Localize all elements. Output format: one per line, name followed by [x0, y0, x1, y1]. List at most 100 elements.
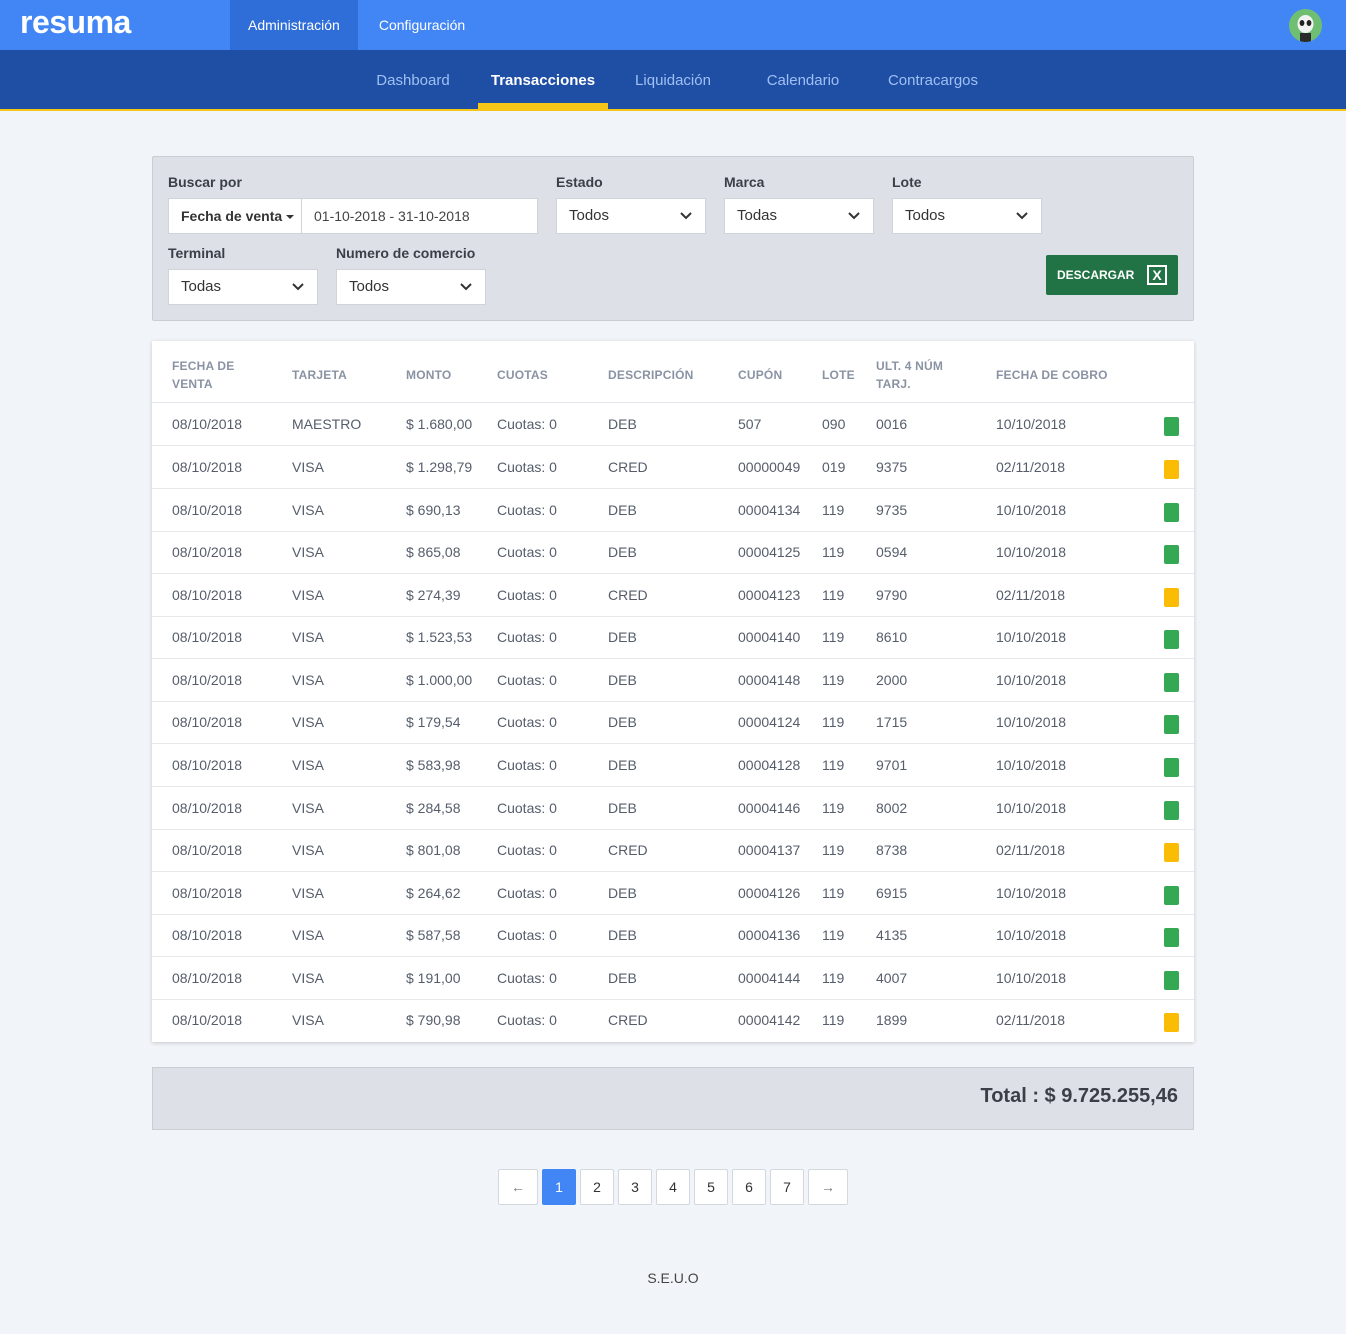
table-row[interactable]: 08/10/2018 VISA $ 264,62 Cuotas: 0 DEB 000041…: [152, 872, 1194, 915]
cell-fecha-venta: 08/10/2018: [172, 502, 243, 518]
next-page-button[interactable]: →: [808, 1169, 848, 1205]
page-button-4[interactable]: 4: [656, 1169, 690, 1205]
topnav-administracion[interactable]: Administración: [230, 0, 358, 50]
cell-monto: $ 1.298,79: [406, 459, 473, 475]
page-button-2[interactable]: 2: [580, 1169, 614, 1205]
cell-monto: $ 801,08: [406, 842, 461, 858]
cell-cuotas: Cuotas: 0: [497, 587, 557, 603]
table-row[interactable]: 08/10/2018 VISA $ 179,54 Cuotas: 0 DEB 000041…: [152, 701, 1194, 744]
cell-descripcion: CRED: [608, 459, 648, 475]
page-button-6[interactable]: 6: [732, 1169, 766, 1205]
comercio-select[interactable]: Todos: [336, 269, 486, 305]
active-tab-indicator: [478, 103, 608, 109]
status-indicator-green: [1164, 503, 1179, 522]
estado-select[interactable]: Todos: [556, 198, 706, 234]
col-monto: MONTO: [406, 368, 452, 382]
cell-tarjeta: VISA: [292, 459, 324, 475]
table-row[interactable]: 08/10/2018 VISA $ 587,58 Cuotas: 0 DEB 000041…: [152, 914, 1194, 957]
cell-cupon: 00004136: [738, 927, 801, 943]
search-by-value: Fecha de venta: [181, 208, 283, 224]
prev-page-button[interactable]: ←: [498, 1169, 538, 1205]
marca-select[interactable]: Todas: [724, 198, 874, 234]
table-row[interactable]: 08/10/2018 VISA $ 583,98 Cuotas: 0 DEB 000041…: [152, 744, 1194, 787]
cell-fecha-cobro: 10/10/2018: [996, 672, 1067, 688]
cell-tarjeta: VISA: [292, 1012, 324, 1028]
total-amount: Total : $ 9.725.255,46: [980, 1085, 1178, 1107]
cell-fecha-cobro: 02/11/2018: [996, 842, 1066, 858]
cell-ult4: 2000: [876, 672, 908, 688]
table-row[interactable]: 08/10/2018 VISA $ 284,58 Cuotas: 0 DEB 000041…: [152, 787, 1194, 830]
table-row[interactable]: 08/10/2018 VISA $ 1.000,00 Cuotas: 0 DEB 0000…: [152, 659, 1194, 702]
page-button-1[interactable]: 1: [542, 1169, 576, 1205]
col-ult4-line2: TARJ.: [876, 377, 911, 391]
cell-cupon: 00004146: [738, 800, 801, 816]
terminal-label: Terminal: [168, 245, 226, 261]
table-row[interactable]: 08/10/2018 VISA $ 274,39 Cuotas: 0 CRED 00004…: [152, 574, 1194, 617]
buscar-por-label: Buscar por: [168, 174, 242, 190]
cell-cupon: 00004128: [738, 757, 801, 773]
cell-tarjeta: VISA: [292, 970, 324, 986]
cell-descripcion: DEB: [608, 672, 637, 688]
status-indicator-green: [1164, 715, 1179, 734]
tab-liquidacion[interactable]: Liquidación: [620, 50, 726, 109]
cell-descripcion: DEB: [608, 800, 637, 816]
cell-cupon: 00004144: [738, 970, 801, 986]
cell-cuotas: Cuotas: 0: [497, 970, 557, 986]
cell-fecha-cobro: 10/10/2018: [996, 416, 1067, 432]
page-button-7[interactable]: 7: [770, 1169, 804, 1205]
cell-cuotas: Cuotas: 0: [497, 629, 557, 645]
user-avatar[interactable]: [1289, 9, 1322, 42]
comercio-label: Numero de comercio: [336, 245, 476, 261]
table-row[interactable]: 08/10/2018 VISA $ 801,08 Cuotas: 0 CRED 00004…: [152, 829, 1194, 872]
cell-fecha-venta: 08/10/2018: [172, 800, 243, 816]
table-row[interactable]: 08/10/2018 VISA $ 690,13 Cuotas: 0 DEB 000041…: [152, 489, 1194, 532]
cell-fecha-venta: 08/10/2018: [172, 629, 243, 645]
table-row[interactable]: 08/10/2018 VISA $ 790,98 Cuotas: 0 CRED 00004…: [152, 999, 1194, 1042]
terminal-select[interactable]: Todas: [168, 269, 318, 305]
cell-lote: 119: [822, 842, 845, 858]
status-indicator-yellow: [1164, 843, 1179, 862]
cell-lote: 119: [822, 502, 845, 518]
cell-descripcion: DEB: [608, 502, 637, 518]
marca-label: Marca: [724, 174, 765, 190]
tab-transacciones[interactable]: Transacciones: [478, 50, 608, 109]
cell-fecha-venta: 08/10/2018: [172, 757, 243, 773]
table-row[interactable]: 08/10/2018 VISA $ 1.523,53 Cuotas: 0 DEB 0000…: [152, 616, 1194, 659]
page-button-5[interactable]: 5: [694, 1169, 728, 1205]
search-by-dropdown[interactable]: Fecha de venta: [169, 199, 302, 233]
cell-fecha-venta: 08/10/2018: [172, 714, 243, 730]
page-button-3[interactable]: 3: [618, 1169, 652, 1205]
download-button[interactable]: DESCARGAR X: [1046, 255, 1178, 295]
cell-cupon: 00004140: [738, 629, 801, 645]
cell-cupon: 00000049: [738, 459, 801, 475]
cell-cupon: 00004142: [738, 1012, 801, 1028]
cell-lote: 119: [822, 927, 845, 943]
estado-value: Todos: [569, 207, 610, 224]
tab-calendario[interactable]: Calendario: [750, 50, 856, 109]
table-row[interactable]: 08/10/2018 VISA $ 191,00 Cuotas: 0 DEB 000041…: [152, 957, 1194, 1000]
cell-monto: $ 191,00: [406, 970, 461, 986]
cell-cupon: 00004148: [738, 672, 801, 688]
table-row[interactable]: 08/10/2018 VISA $ 865,08 Cuotas: 0 DEB 000041…: [152, 531, 1194, 574]
cell-tarjeta: VISA: [292, 544, 324, 560]
cell-lote: 119: [822, 629, 845, 645]
cell-fecha-venta: 08/10/2018: [172, 927, 243, 943]
table-row[interactable]: 08/10/2018 VISA $ 1.298,79 Cuotas: 0 CRED 000…: [152, 446, 1194, 489]
cell-descripcion: DEB: [608, 927, 637, 943]
lote-select[interactable]: Todos: [892, 198, 1042, 234]
col-ult4: ULT. 4 NÚM TARJ.: [876, 357, 943, 393]
cell-descripcion: DEB: [608, 544, 637, 560]
table-row[interactable]: 08/10/2018 MAESTRO $ 1.680,00 Cuotas: 0 DEB 5…: [152, 403, 1194, 446]
cell-cuotas: Cuotas: 0: [497, 885, 557, 901]
cell-cuotas: Cuotas: 0: [497, 842, 557, 858]
col-cuotas: CUOTAS: [497, 368, 548, 382]
tab-contracargos[interactable]: Contracargos: [876, 50, 990, 109]
app-logo[interactable]: resuma: [20, 4, 131, 41]
cell-lote: 119: [822, 1012, 845, 1028]
topnav-configuracion[interactable]: Configuración: [358, 0, 483, 50]
cell-fecha-venta: 08/10/2018: [172, 842, 243, 858]
cell-ult4: 9735: [876, 502, 908, 518]
date-range-input[interactable]: 01-10-2018 - 31-10-2018: [314, 199, 470, 233]
cell-ult4: 8738: [876, 842, 908, 858]
tab-dashboard[interactable]: Dashboard: [360, 50, 466, 109]
